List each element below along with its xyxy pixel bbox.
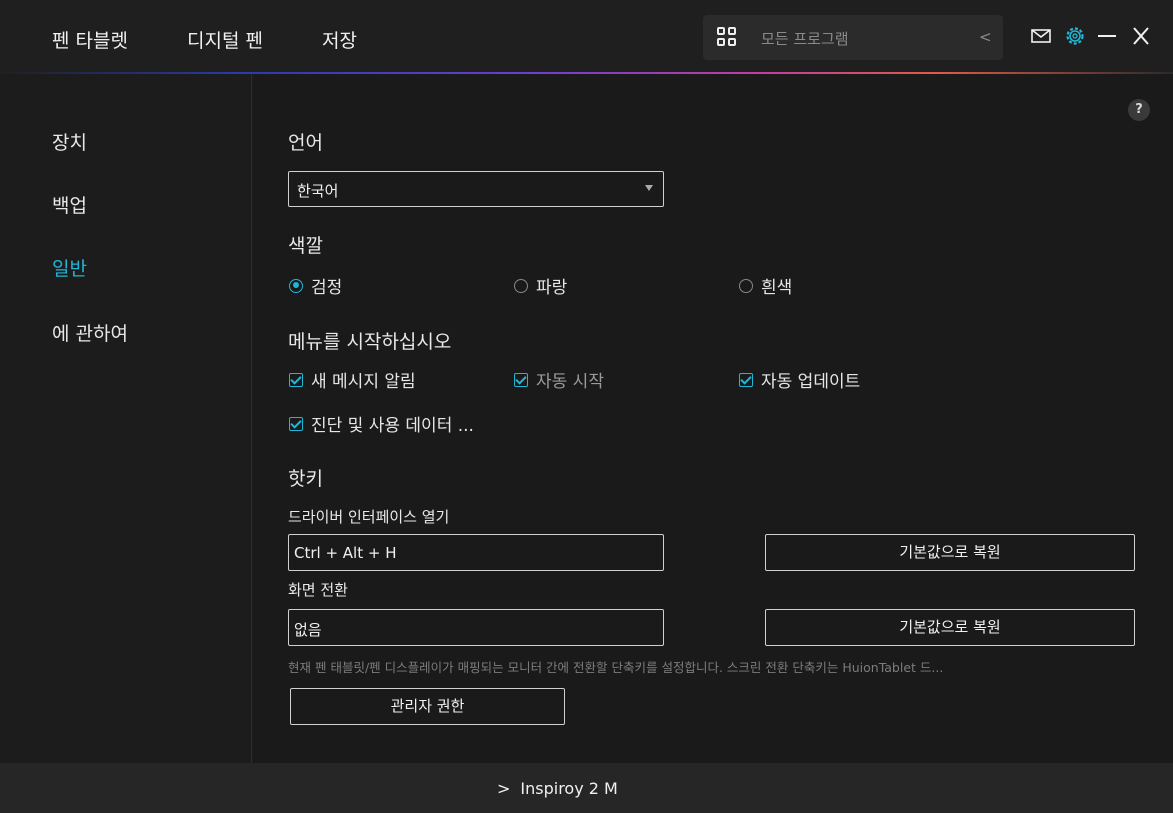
- sidebar-item-general[interactable]: 일반: [52, 254, 87, 281]
- program-selector-label: 모든 프로그램: [761, 30, 849, 48]
- checkbox-label: 자동 시작: [536, 372, 604, 392]
- hotkeys-title: 핫키: [288, 468, 323, 490]
- admin-rights-button[interactable]: 관리자 권한: [290, 688, 565, 725]
- color-option-label: 파랑: [536, 278, 568, 298]
- color-title: 색깔: [288, 235, 323, 257]
- tab-digital-pen[interactable]: 디지털 펜: [187, 26, 263, 53]
- restore-default-button-2[interactable]: 기본값으로 복원: [765, 609, 1135, 646]
- checkbox-diagnostics[interactable]: 진단 및 사용 데이터 ...: [289, 411, 474, 436]
- bottom-bar: > Inspiroy 2 M: [0, 763, 1173, 813]
- close-icon[interactable]: [1130, 24, 1152, 48]
- checkbox-checked-icon: [514, 372, 528, 387]
- color-option-label: 검정: [311, 278, 343, 298]
- color-radio-blue[interactable]: 파랑: [514, 273, 567, 298]
- device-selector[interactable]: > Inspiroy 2 M: [497, 779, 618, 798]
- language-value: 한국어: [297, 182, 339, 200]
- checkbox-auto-update[interactable]: 자동 업데이트: [739, 367, 860, 392]
- mail-icon[interactable]: [1030, 24, 1052, 48]
- checkbox-checked-icon: [289, 372, 303, 387]
- startup-title: 메뉴를 시작하십시오: [288, 331, 452, 353]
- sidebar: 장치 백업 일반 에 관하여: [0, 74, 252, 763]
- device-name: Inspiroy 2 M: [520, 779, 618, 798]
- gear-icon[interactable]: [1064, 24, 1086, 48]
- radio-empty-icon: [514, 278, 528, 293]
- color-option-label: 흰색: [761, 278, 793, 298]
- top-bar: 펜 타블렛 디지털 펜 저장 모든 프로그램 <: [0, 0, 1173, 74]
- switch-screen-hotkey-value: 없음: [294, 621, 322, 639]
- program-selector[interactable]: 모든 프로그램 <: [703, 15, 1003, 60]
- open-driver-hotkey-input[interactable]: Ctrl + Alt + H: [288, 534, 664, 571]
- chevron-right-icon: >: [497, 779, 511, 798]
- main-panel: ? 언어 한국어 색깔 검정 파랑 흰색 메뉴를 시작하십시오 새 메시지 알림…: [253, 74, 1173, 763]
- sidebar-item-backup[interactable]: 백업: [52, 191, 87, 218]
- radio-empty-icon: [739, 278, 753, 293]
- language-title: 언어: [288, 132, 323, 154]
- minimize-icon[interactable]: [1096, 24, 1118, 48]
- checkbox-label: 진단 및 사용 데이터 ...: [311, 416, 474, 436]
- radio-selected-icon: [289, 278, 303, 293]
- checkbox-checked-icon: [289, 416, 303, 431]
- checkbox-auto-start[interactable]: 자동 시작: [514, 367, 604, 392]
- open-driver-hotkey-value: Ctrl + Alt + H: [294, 544, 397, 562]
- apps-grid-icon: [717, 27, 737, 47]
- open-driver-label: 드라이버 인터페이스 열기: [288, 508, 450, 526]
- checkbox-label: 자동 업데이트: [761, 372, 861, 392]
- color-radio-black[interactable]: 검정: [289, 273, 342, 298]
- chevron-left-icon[interactable]: <: [979, 28, 992, 46]
- help-icon[interactable]: ?: [1128, 99, 1150, 121]
- switch-screen-label: 화면 전환: [288, 581, 348, 599]
- tab-save[interactable]: 저장: [322, 26, 357, 53]
- switch-screen-hotkey-input[interactable]: 없음: [288, 609, 664, 646]
- checkbox-checked-icon: [739, 372, 753, 387]
- hotkey-hint-text: 현재 펜 태블릿/펜 디스플레이가 매핑되는 모니터 간에 전환할 단축키를 설…: [288, 660, 944, 675]
- caret-down-icon: [645, 185, 653, 191]
- checkbox-new-message[interactable]: 새 메시지 알림: [289, 367, 416, 392]
- restore-default-button-1[interactable]: 기본값으로 복원: [765, 534, 1135, 571]
- color-radio-white[interactable]: 흰색: [739, 273, 792, 298]
- language-select[interactable]: 한국어: [288, 171, 664, 207]
- sidebar-item-device[interactable]: 장치: [52, 128, 87, 155]
- tab-pen-tablet[interactable]: 펜 타블렛: [52, 26, 128, 53]
- sidebar-item-about[interactable]: 에 관하여: [52, 319, 128, 346]
- checkbox-label: 새 메시지 알림: [311, 372, 416, 392]
